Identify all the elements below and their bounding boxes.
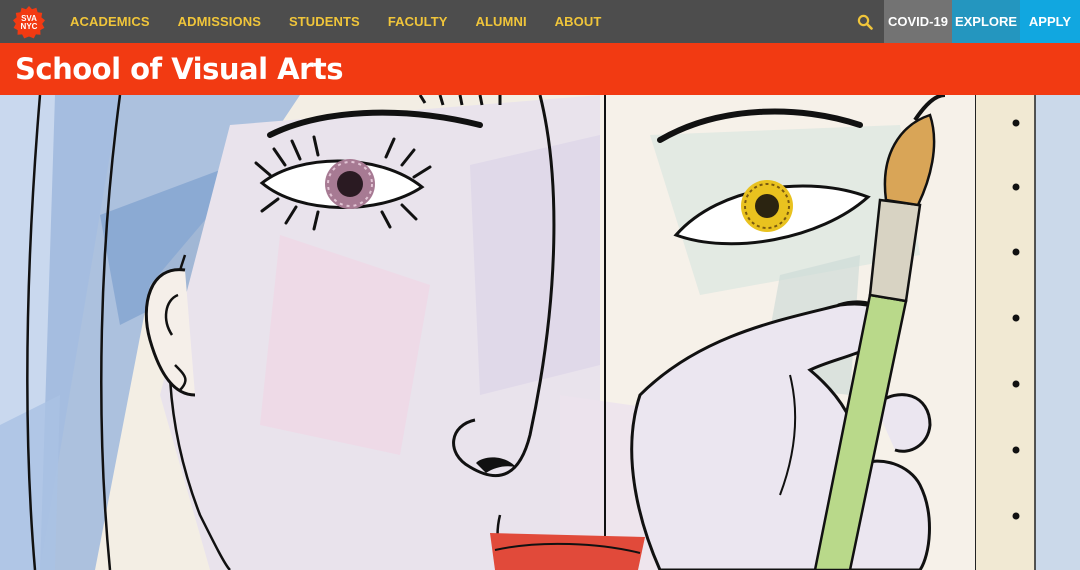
search-button[interactable] xyxy=(850,0,880,43)
nav-admissions[interactable]: ADMISSIONS xyxy=(178,14,261,29)
logo-text-line2: NYC xyxy=(21,22,38,31)
covid-19-button[interactable]: COVID-19 xyxy=(884,0,952,43)
apply-button[interactable]: APPLY xyxy=(1020,0,1080,43)
top-navigation-bar: SVA NYC ACADEMICS ADMISSIONS STUDENTS FA… xyxy=(0,0,1080,43)
nav-students[interactable]: STUDENTS xyxy=(289,14,360,29)
sva-nyc-logo[interactable]: SVA NYC xyxy=(0,0,58,43)
explore-button[interactable]: EXPLORE xyxy=(952,0,1020,43)
page-title: School of Visual Arts xyxy=(15,52,344,86)
nav-academics[interactable]: ACADEMICS xyxy=(70,14,150,29)
sva-nyc-logo-badge: SVA NYC xyxy=(13,5,45,38)
title-banner: School of Visual Arts xyxy=(0,43,1080,95)
main-nav: ACADEMICS ADMISSIONS STUDENTS FACULTY AL… xyxy=(70,0,629,43)
nav-faculty[interactable]: FACULTY xyxy=(388,14,448,29)
nav-about[interactable]: ABOUT xyxy=(555,14,602,29)
cubist-face-illustration xyxy=(0,95,1080,570)
nav-alumni[interactable]: ALUMNI xyxy=(476,14,527,29)
hero-illustration xyxy=(0,95,1080,570)
search-icon xyxy=(857,14,873,30)
